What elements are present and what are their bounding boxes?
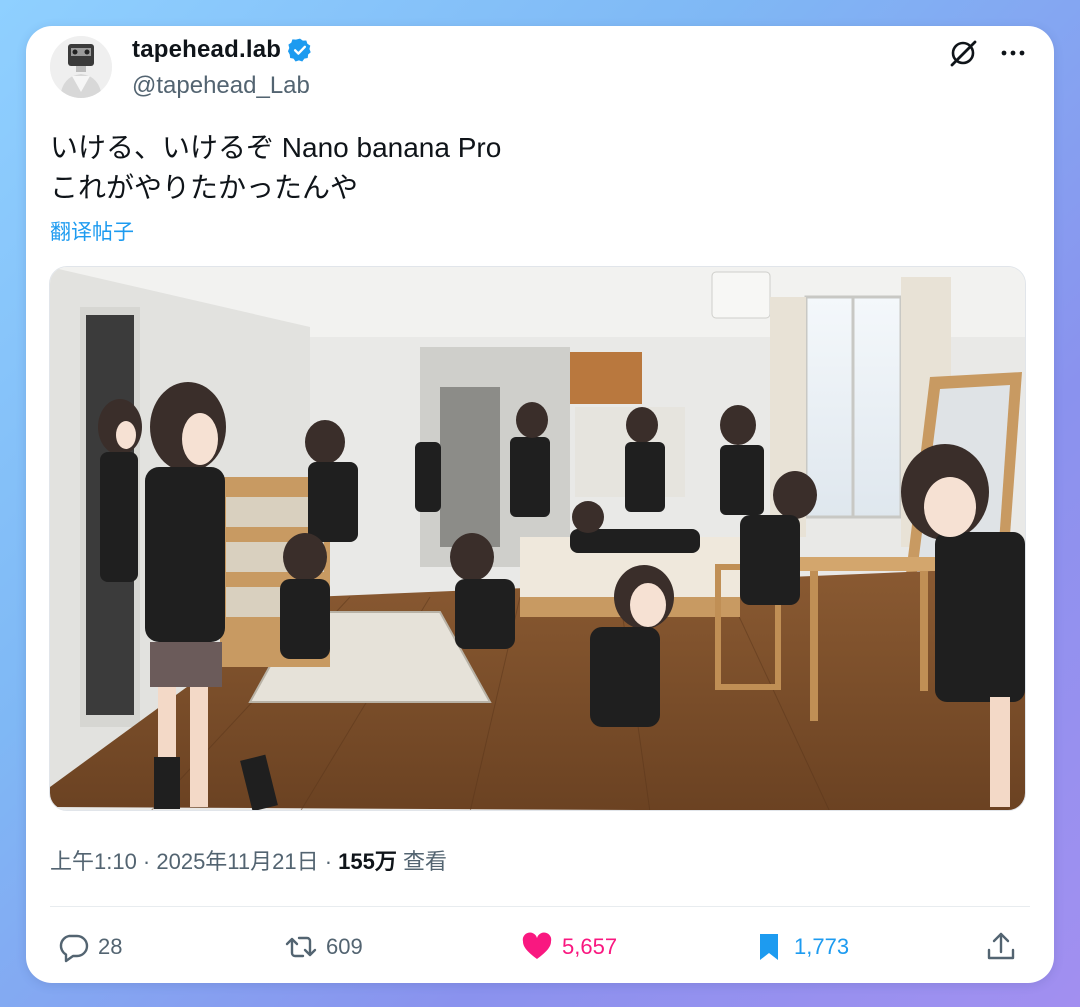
more-dots-icon[interactable] <box>998 38 1028 68</box>
like-button[interactable]: 5,657 <box>520 930 617 964</box>
bookmark-icon <box>760 934 778 960</box>
like-count: 5,657 <box>562 934 618 959</box>
reply-button[interactable]: 28 <box>56 930 122 964</box>
translate-post-link[interactable]: 翻译帖子 <box>50 216 134 246</box>
avatar[interactable] <box>50 36 112 98</box>
author-name-row: tapehead.lab <box>132 36 313 64</box>
timestamp[interactable]: 上午1:10 · 2025年11月21日 · <box>50 849 338 874</box>
bookmark-button[interactable]: 1,773 <box>752 930 849 964</box>
retweet-icon <box>285 936 317 958</box>
tweet-text: いける、いけるぞ Nano banana Pro これがやりたかったんや <box>50 128 501 208</box>
grok-slash-icon[interactable] <box>948 38 978 68</box>
retweet-count: 609 <box>326 934 363 959</box>
bookmark-count: 1,773 <box>794 934 850 959</box>
verified-badge-icon <box>288 38 311 62</box>
heart-icon <box>522 932 552 959</box>
view-count: 155万 <box>338 849 397 874</box>
display-name[interactable]: tapehead.lab <box>132 36 281 64</box>
tweet-card: tapehead.lab @tapehead_Lab いける、いけるぞ Nano… <box>26 26 1054 983</box>
tweet-line: いける、いけるぞ Nano banana Pro <box>50 132 502 163</box>
action-bar: 28 609 5,657 1,773 <box>26 926 1054 970</box>
views-label: 查看 <box>396 849 448 874</box>
tweet-line: これがやりたかったんや <box>50 172 359 203</box>
user-handle[interactable]: @tapehead_Lab <box>132 72 310 100</box>
share-upload-icon <box>987 932 1015 960</box>
reply-count: 28 <box>98 934 123 959</box>
tweet-meta: 上午1:10 · 2025年11月21日 · 155万 查看 <box>50 844 447 876</box>
reply-bubble-icon <box>59 934 89 963</box>
share-button[interactable] <box>984 930 1018 964</box>
tweet-media-image[interactable] <box>49 266 1026 811</box>
retweet-button[interactable]: 609 <box>284 930 363 964</box>
divider <box>50 906 1030 907</box>
